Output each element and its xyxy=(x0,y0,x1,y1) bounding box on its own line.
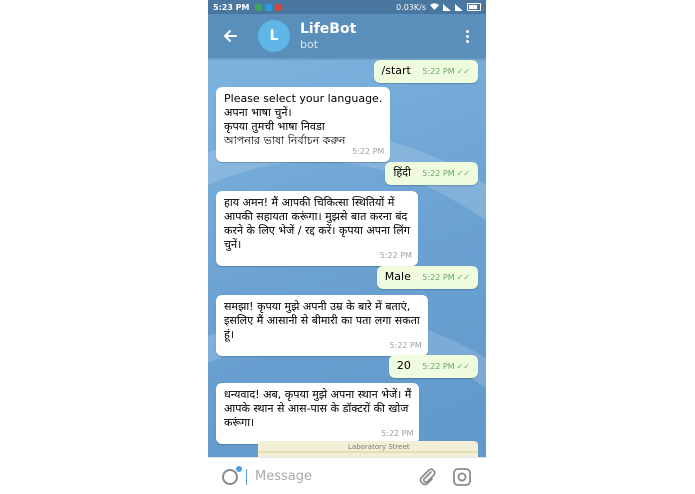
message-time: 5:22 PM ✓✓ xyxy=(422,67,470,76)
message-line: धन्यवाद! अब, कृपया मुझे अपना स्थान भेजें… xyxy=(224,388,412,401)
phone-screen: 5:23 PM 0.03K/s L LifeBot bot /start 5:2… xyxy=(208,0,486,494)
message-line: समझा! कृपया मुझे अपनी उम्र के बारे में ब… xyxy=(224,300,411,313)
notification-dot xyxy=(236,465,242,472)
text-cursor xyxy=(246,468,247,485)
message-line: आपकी सहायता करूंगा। मुझसे बात करना बंद xyxy=(224,210,408,223)
map-street-label: Laboratory Street xyxy=(348,443,410,451)
message-line: इसलिए मैं आसानी से बीमारी का पता लगा सकत… xyxy=(224,314,420,327)
message-time: 5:22 PM xyxy=(352,147,385,156)
chat-area[interactable]: /start 5:22 PM ✓✓ Please select your lang… xyxy=(208,58,486,457)
battery-icon xyxy=(467,3,481,11)
message-time: 5:22 PM ✓✓ xyxy=(422,169,470,178)
message-text: हिंदी xyxy=(393,166,411,179)
signal-icon xyxy=(455,3,463,11)
location-map-preview[interactable]: Laboratory Street xyxy=(258,441,478,457)
notification-app-icon xyxy=(274,3,282,11)
status-time: 5:23 PM xyxy=(213,2,250,12)
attach-button[interactable] xyxy=(418,467,438,487)
map-road xyxy=(258,451,478,453)
message-time: 5:22 PM ✓✓ xyxy=(422,362,470,371)
camera-button[interactable] xyxy=(452,467,472,487)
signal-icon xyxy=(443,3,451,11)
network-speed: 0.03K/s xyxy=(396,2,426,12)
message-input-bar xyxy=(208,457,486,494)
message-line: अपना भाषा चुनें। xyxy=(224,106,292,119)
message-line: कृपया तुमची भाषा निवडा xyxy=(224,120,325,133)
status-right: 0.03K/s xyxy=(396,3,481,12)
notification-app-icon xyxy=(264,3,272,11)
chat-title: LifeBot xyxy=(300,20,357,37)
message-line: हाय अमन! मैं आपकी चिकित्सा स्थितियों में xyxy=(224,196,395,209)
message-line: करने के लिए भेजें / रद्द करें। कृपया अपन… xyxy=(224,224,410,237)
notification-app-icon xyxy=(254,3,262,11)
message-incoming[interactable]: Please select your language. अपना भाषा च… xyxy=(216,87,391,162)
camera-icon xyxy=(453,467,471,486)
bot-avatar[interactable]: L xyxy=(258,20,290,52)
chat-title-block[interactable]: LifeBot bot xyxy=(300,21,356,52)
message-time: 5:22 PM ✓✓ xyxy=(422,273,470,282)
paperclip-icon xyxy=(419,467,436,485)
message-text: 20 xyxy=(396,359,411,372)
message-text: /start xyxy=(381,64,411,77)
message-input[interactable] xyxy=(255,464,415,489)
emoji-button[interactable] xyxy=(220,465,242,487)
arrow-left-icon xyxy=(224,30,237,42)
read-ticks-icon: ✓✓ xyxy=(456,67,470,76)
message-line: Please select your language. xyxy=(224,92,383,105)
message-outgoing[interactable]: 20 5:22 PM ✓✓ xyxy=(388,355,478,378)
chat-header: L LifeBot bot xyxy=(208,14,486,58)
read-ticks-icon: ✓✓ xyxy=(456,273,470,282)
message-outgoing[interactable]: Male 5:22 PM ✓✓ xyxy=(376,266,478,289)
message-incoming[interactable]: हाय अमन! मैं आपकी चिकित्सा स्थितियों में… xyxy=(216,191,418,266)
notification-icons xyxy=(254,3,282,11)
message-outgoing[interactable]: /start 5:22 PM ✓✓ xyxy=(373,60,478,83)
read-ticks-icon: ✓✓ xyxy=(456,169,470,178)
emoji-icon xyxy=(222,468,238,485)
status-bar: 5:23 PM 0.03K/s xyxy=(208,0,486,14)
message-time: 5:22 PM xyxy=(389,341,422,350)
message-outgoing[interactable]: हिंदी 5:22 PM ✓✓ xyxy=(385,162,478,185)
message-time: 5:22 PM xyxy=(379,251,412,260)
message-text: Male xyxy=(384,270,411,283)
message-incoming[interactable]: धन्यवाद! अब, कृपया मुझे अपना स्थान भेजें… xyxy=(216,383,420,444)
read-ticks-icon: ✓✓ xyxy=(456,362,470,371)
wifi-icon xyxy=(430,2,439,12)
message-time: 5:22 PM xyxy=(381,429,414,438)
more-vert-icon xyxy=(465,29,469,33)
message-line: आपके स्थान से आस-पास के डॉक्टरों की खोज xyxy=(224,402,409,415)
back-button[interactable] xyxy=(218,24,242,48)
chat-subtitle: bot xyxy=(300,37,319,51)
more-options-button[interactable] xyxy=(462,26,472,46)
message-incoming[interactable]: समझा! कृपया मुझे अपनी उम्र के बारे में ब… xyxy=(216,295,428,356)
